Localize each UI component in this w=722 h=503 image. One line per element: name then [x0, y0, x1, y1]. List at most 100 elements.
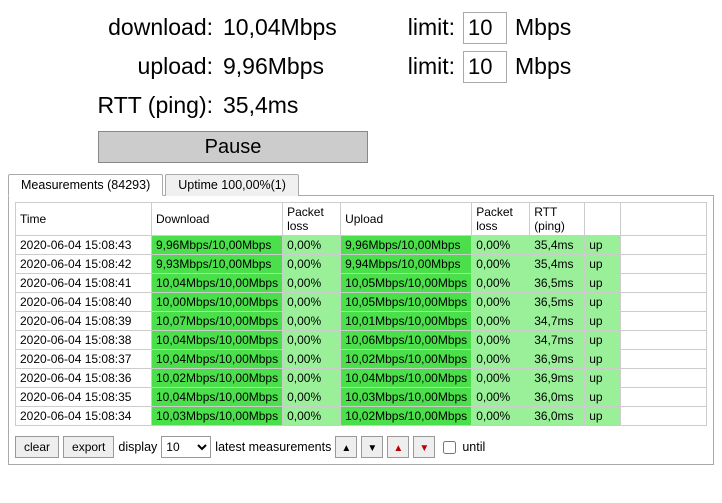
display-label: display — [118, 440, 157, 454]
footer-toolbar: clear export display 10 latest measureme… — [15, 436, 707, 458]
col-download[interactable]: Download — [152, 203, 283, 236]
cell-packet-loss-ul: 0,00% — [472, 293, 530, 312]
measurements-panel: Time Download Packet loss Upload Packet … — [8, 196, 714, 465]
cell-download: 10,04Mbps/10,00Mbps — [152, 350, 283, 369]
download-label: download: — [48, 8, 223, 47]
cell-upload: 9,94Mbps/10,00Mbps — [341, 255, 472, 274]
cell-status: up — [585, 369, 621, 388]
cell-time: 2020-06-04 15:08:43 — [16, 236, 152, 255]
cell-download: 10,00Mbps/10,00Mbps — [152, 293, 283, 312]
col-rtt[interactable]: RTT (ping) — [530, 203, 585, 236]
cell-rtt: 36,5ms — [530, 274, 585, 293]
cell-packet-loss-ul: 0,00% — [472, 312, 530, 331]
until-label: until — [462, 440, 485, 454]
latest-label: latest measurements — [215, 440, 331, 454]
table-row[interactable]: 2020-06-04 15:08:4010,00Mbps/10,00Mbps0,… — [16, 293, 707, 312]
until-checkbox[interactable] — [443, 441, 456, 454]
table-row[interactable]: 2020-06-04 15:08:3610,02Mbps/10,00Mbps0,… — [16, 369, 707, 388]
cell-packet-loss-dl: 0,00% — [283, 236, 341, 255]
cell-packet-loss-ul: 0,00% — [472, 236, 530, 255]
col-spacer — [621, 203, 707, 236]
cell-status: up — [585, 331, 621, 350]
cell-download: 9,96Mbps/10,00Mbps — [152, 236, 283, 255]
tab-uptime[interactable]: Uptime 100,00%(1) — [165, 174, 299, 196]
col-packet-loss-dl[interactable]: Packet loss — [283, 203, 341, 236]
cell-rtt: 36,0ms — [530, 407, 585, 426]
table-row[interactable]: 2020-06-04 15:08:429,93Mbps/10,00Mbps0,0… — [16, 255, 707, 274]
cell-spacer — [621, 236, 707, 255]
nav-first-button[interactable] — [335, 436, 357, 458]
rtt-label: RTT (ping): — [48, 86, 223, 125]
cell-rtt: 35,4ms — [530, 236, 585, 255]
table-row[interactable]: 2020-06-04 15:08:439,96Mbps/10,00Mbps0,0… — [16, 236, 707, 255]
cell-spacer — [621, 312, 707, 331]
table-row[interactable]: 2020-06-04 15:08:3510,04Mbps/10,00Mbps0,… — [16, 388, 707, 407]
cell-packet-loss-ul: 0,00% — [472, 407, 530, 426]
cell-packet-loss-dl: 0,00% — [283, 331, 341, 350]
cell-rtt: 36,5ms — [530, 293, 585, 312]
cell-upload: 10,02Mbps/10,00Mbps — [341, 407, 472, 426]
cell-time: 2020-06-04 15:08:35 — [16, 388, 152, 407]
cell-upload: 10,02Mbps/10,00Mbps — [341, 350, 472, 369]
cell-time: 2020-06-04 15:08:37 — [16, 350, 152, 369]
cell-spacer — [621, 350, 707, 369]
cell-packet-loss-dl: 0,00% — [283, 274, 341, 293]
table-row[interactable]: 2020-06-04 15:08:3710,04Mbps/10,00Mbps0,… — [16, 350, 707, 369]
cell-rtt: 35,4ms — [530, 255, 585, 274]
cell-packet-loss-ul: 0,00% — [472, 369, 530, 388]
tab-measurements[interactable]: Measurements (84293) — [8, 174, 163, 196]
cell-packet-loss-dl: 0,00% — [283, 350, 341, 369]
display-count-select[interactable]: 10 — [161, 436, 211, 458]
cell-download: 10,04Mbps/10,00Mbps — [152, 388, 283, 407]
nav-last-button[interactable] — [413, 436, 435, 458]
cell-packet-loss-dl: 0,00% — [283, 255, 341, 274]
cell-packet-loss-dl: 0,00% — [283, 369, 341, 388]
col-time[interactable]: Time — [16, 203, 152, 236]
cell-time: 2020-06-04 15:08:34 — [16, 407, 152, 426]
triangle-up-red-icon — [393, 440, 403, 454]
cell-spacer — [621, 274, 707, 293]
cell-packet-loss-dl: 0,00% — [283, 388, 341, 407]
cell-download: 10,02Mbps/10,00Mbps — [152, 369, 283, 388]
col-status[interactable] — [585, 203, 621, 236]
cell-time: 2020-06-04 15:08:42 — [16, 255, 152, 274]
col-packet-loss-ul[interactable]: Packet loss — [472, 203, 530, 236]
limit-download-label: limit: — [383, 8, 463, 47]
triangle-down-icon — [367, 440, 377, 454]
nav-next-button[interactable] — [387, 436, 409, 458]
rtt-value: 35,4ms — [223, 86, 383, 125]
export-button[interactable]: export — [63, 436, 114, 458]
triangle-down-red-icon — [419, 440, 429, 454]
cell-status: up — [585, 236, 621, 255]
cell-upload: 9,96Mbps/10,00Mbps — [341, 236, 472, 255]
limit-upload-label: limit: — [383, 47, 463, 86]
cell-rtt: 34,7ms — [530, 312, 585, 331]
cell-packet-loss-dl: 0,00% — [283, 312, 341, 331]
pause-button[interactable]: Pause — [98, 131, 368, 163]
cell-packet-loss-ul: 0,00% — [472, 274, 530, 293]
cell-spacer — [621, 255, 707, 274]
cell-status: up — [585, 388, 621, 407]
cell-download: 10,04Mbps/10,00Mbps — [152, 331, 283, 350]
limit-download-input[interactable] — [463, 12, 507, 44]
triangle-up-icon — [341, 440, 351, 454]
limit-upload-input[interactable] — [463, 51, 507, 83]
cell-status: up — [585, 407, 621, 426]
cell-upload: 10,04Mbps/10,00Mbps — [341, 369, 472, 388]
clear-button[interactable]: clear — [15, 436, 59, 458]
cell-packet-loss-dl: 0,00% — [283, 293, 341, 312]
table-row[interactable]: 2020-06-04 15:08:3410,03Mbps/10,00Mbps0,… — [16, 407, 707, 426]
table-row[interactable]: 2020-06-04 15:08:4110,04Mbps/10,00Mbps0,… — [16, 274, 707, 293]
upload-label: upload: — [48, 47, 223, 86]
cell-rtt: 36,0ms — [530, 388, 585, 407]
cell-packet-loss-dl: 0,00% — [283, 407, 341, 426]
cell-rtt: 36,9ms — [530, 350, 585, 369]
cell-time: 2020-06-04 15:08:38 — [16, 331, 152, 350]
cell-upload: 10,05Mbps/10,00Mbps — [341, 274, 472, 293]
table-row[interactable]: 2020-06-04 15:08:3810,04Mbps/10,00Mbps0,… — [16, 331, 707, 350]
limit-download-unit: Mbps — [507, 8, 571, 47]
nav-prev-button[interactable] — [361, 436, 383, 458]
cell-status: up — [585, 312, 621, 331]
table-row[interactable]: 2020-06-04 15:08:3910,07Mbps/10,00Mbps0,… — [16, 312, 707, 331]
col-upload[interactable]: Upload — [341, 203, 472, 236]
